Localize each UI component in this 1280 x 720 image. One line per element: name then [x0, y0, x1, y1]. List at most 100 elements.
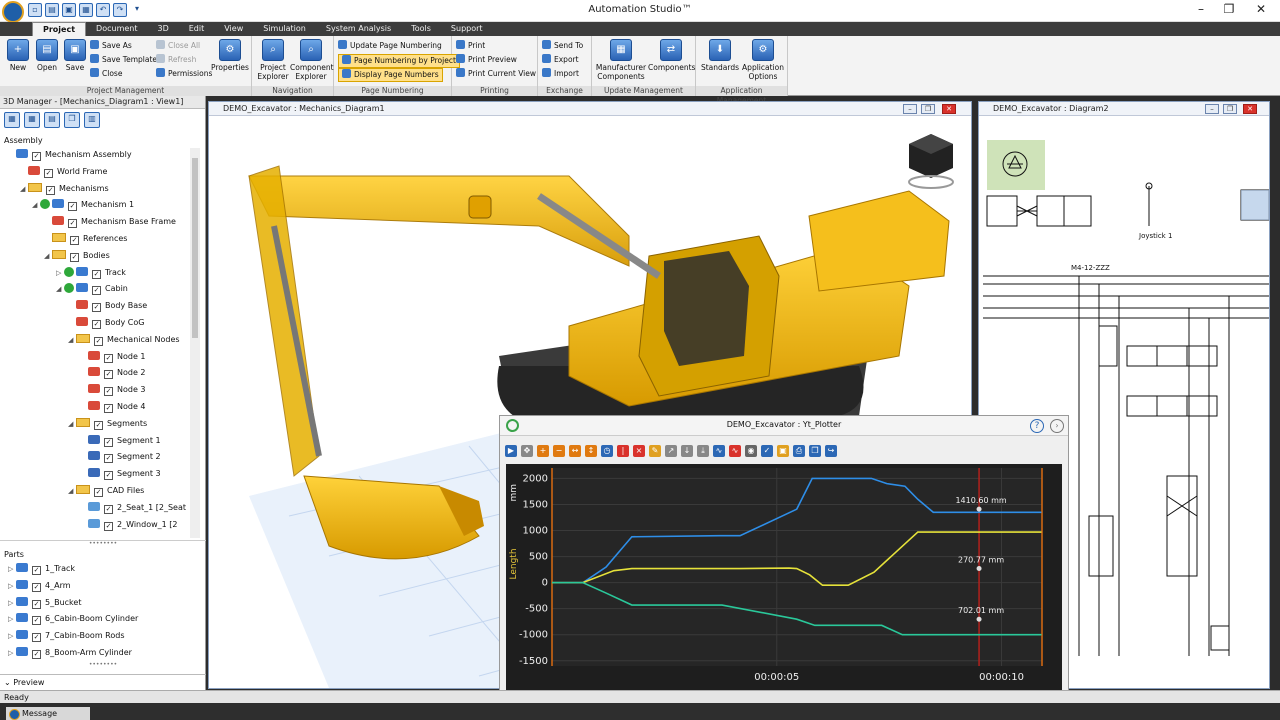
tree-item[interactable]: ✓ Segment 2: [80, 450, 161, 464]
tree-item[interactable]: ◢ ✓ Cabin: [56, 282, 128, 296]
tree-item[interactable]: ✓ World Frame: [20, 165, 107, 179]
message-explorer-tab[interactable]: Message Explorer: [6, 707, 90, 720]
curve-settings-icon[interactable]: ∿: [713, 445, 725, 457]
part-item[interactable]: ▷ ✓ 8_Boom-Arm Cylinder: [8, 646, 132, 660]
select-pointer-icon[interactable]: ▶: [505, 445, 517, 457]
save-button[interactable]: ▣ Save: [62, 39, 88, 72]
standards-button[interactable]: ⬇ Standards: [700, 39, 740, 72]
visibility-checkbox[interactable]: ✓: [92, 269, 101, 279]
tree-item[interactable]: ✓ Node 4: [80, 400, 146, 414]
view-eye-icon[interactable]: ◉: [745, 445, 757, 457]
expand-arrow-icon[interactable]: ◢: [68, 333, 76, 347]
close-icon[interactable]: ✕: [1248, 2, 1274, 16]
import-button[interactable]: Import: [542, 68, 579, 80]
curve-color-icon[interactable]: ∿: [729, 445, 741, 457]
tree-item[interactable]: ✓ Segment 1: [80, 434, 161, 448]
maximize-icon[interactable]: ❐: [1216, 2, 1242, 16]
add-marker-icon[interactable]: |: [617, 445, 629, 457]
part-item[interactable]: ▷ ✓ 4_Arm: [8, 579, 71, 593]
close-button[interactable]: Close: [90, 68, 122, 80]
preview-section[interactable]: ⌄ Preview: [0, 674, 206, 690]
expand-arrow-icon[interactable]: ▷: [56, 266, 64, 280]
tree-item[interactable]: ✓ Node 2: [80, 366, 146, 380]
marker-clear-icon[interactable]: ⤓: [697, 445, 709, 457]
visibility-checkbox[interactable]: ✓: [70, 252, 79, 262]
manager-tool-1-icon[interactable]: ▦: [4, 112, 20, 128]
visibility-checkbox[interactable]: ✓: [104, 504, 113, 514]
export-plot-icon[interactable]: ↪: [825, 445, 837, 457]
doc2-restore-icon[interactable]: ❐: [1223, 104, 1237, 114]
properties-button[interactable]: ⚙ Properties: [210, 39, 250, 72]
permissions-button[interactable]: Permissions: [156, 68, 212, 80]
tree-item[interactable]: ✓ Mechanism Base Frame: [44, 215, 176, 229]
part-checkbox[interactable]: ✓: [32, 582, 41, 592]
open-button[interactable]: ▤ Open: [32, 39, 62, 72]
expand-arrow-icon[interactable]: ◢: [20, 182, 28, 196]
manager-copy-icon[interactable]: ❐: [64, 112, 80, 128]
tree-item[interactable]: ✓ References: [44, 232, 127, 246]
marker-tool-icon[interactable]: ↗: [665, 445, 677, 457]
part-checkbox[interactable]: ✓: [32, 616, 41, 626]
tree-item[interactable]: ✓ 2_Window_1 [2: [80, 518, 177, 532]
tree-item[interactable]: ✓ Segment 3: [80, 467, 161, 481]
expand-arrow-icon[interactable]: ▷: [8, 629, 16, 643]
collapse-icon[interactable]: ›: [1050, 419, 1064, 433]
part-checkbox[interactable]: ✓: [32, 650, 41, 659]
marker-note-icon[interactable]: ✎: [649, 445, 661, 457]
visibility-checkbox[interactable]: ✓: [68, 202, 77, 212]
visibility-checkbox[interactable]: ✓: [32, 152, 41, 161]
doc-minimize-icon[interactable]: –: [903, 104, 917, 114]
visibility-checkbox[interactable]: ✓: [44, 168, 53, 178]
tab-project[interactable]: Project: [32, 21, 87, 37]
part-item[interactable]: ▷ ✓ 5_Bucket: [8, 596, 81, 610]
manager-tool-2-icon[interactable]: ▦: [24, 112, 40, 128]
doc2-minimize-icon[interactable]: –: [1205, 104, 1219, 114]
print-button[interactable]: Print: [456, 40, 485, 52]
expand-arrow-icon[interactable]: ◢: [32, 198, 40, 212]
display-page-numbers-button[interactable]: Display Page Numbers: [338, 68, 443, 82]
visibility-checkbox[interactable]: ✓: [46, 185, 55, 195]
visibility-checkbox[interactable]: ✓: [104, 353, 113, 363]
expand-arrow-icon[interactable]: ◢: [44, 249, 52, 263]
doc-restore-icon[interactable]: ❐: [921, 104, 935, 114]
save-template-button[interactable]: Save Template: [90, 54, 157, 66]
part-item[interactable]: ▷ ✓ 1_Track: [8, 562, 75, 576]
tree-item[interactable]: ◢ ✓ Mechanism 1: [32, 198, 134, 212]
tree-item[interactable]: ✓ Body Base: [68, 299, 147, 313]
tab-edit[interactable]: Edit: [179, 22, 215, 36]
visibility-checkbox[interactable]: ✓: [104, 370, 113, 380]
visibility-checkbox[interactable]: ✓: [104, 521, 113, 531]
tree-item[interactable]: ◢ ✓ Mechanisms: [20, 182, 109, 196]
visibility-checkbox[interactable]: ✓: [92, 303, 101, 313]
component-explorer-button[interactable]: ⌕ Component Explorer: [290, 39, 334, 81]
part-checkbox[interactable]: ✓: [32, 599, 41, 609]
tree-item[interactable]: ✓ 2_Seat_1 [2_Seat: [80, 501, 186, 515]
yt-plot-chart[interactable]: mm Length 2000 1500 1000 500 0 -500 -1000 -1500…: [506, 464, 1062, 706]
expand-arrow-icon[interactable]: ◢: [68, 484, 76, 498]
tree-item[interactable]: ✓ Mechanism Assembly: [8, 148, 132, 162]
tab-document[interactable]: Document: [86, 22, 147, 36]
expand-arrow-icon[interactable]: ▷: [8, 646, 16, 660]
tree-scrollbar[interactable]: [190, 148, 200, 538]
visibility-checkbox[interactable]: ✓: [94, 488, 103, 497]
send-to-button[interactable]: Send To: [542, 40, 583, 52]
manager-tool-3-icon[interactable]: ▤: [44, 112, 60, 128]
print-plot-icon[interactable]: ⎙: [793, 445, 805, 457]
copy-plot-icon[interactable]: ❐: [809, 445, 821, 457]
doc2-close-icon[interactable]: ✕: [1243, 104, 1257, 114]
visibility-checkbox[interactable]: ✓: [104, 454, 113, 464]
visibility-checkbox[interactable]: ✓: [70, 236, 79, 245]
tree-item[interactable]: ▷ ✓ Track: [56, 266, 126, 280]
visibility-checkbox[interactable]: ✓: [94, 420, 103, 430]
tree-item[interactable]: ✓ Node 1: [80, 350, 146, 364]
components-button[interactable]: ⇄ Components: [648, 39, 695, 72]
visibility-checkbox[interactable]: ✓: [104, 387, 113, 397]
checklist-icon[interactable]: ✓: [761, 445, 773, 457]
tab-tools[interactable]: Tools: [401, 22, 441, 36]
zoom-out-icon[interactable]: −: [553, 445, 565, 457]
manufacturer-components-button[interactable]: ▦ Manufacturer Components: [594, 39, 648, 81]
zoom-y-icon[interactable]: ↕: [585, 445, 597, 457]
visibility-checkbox[interactable]: ✓: [68, 219, 77, 229]
timer-icon[interactable]: ◷: [601, 445, 613, 457]
visibility-checkbox[interactable]: ✓: [104, 404, 113, 413]
